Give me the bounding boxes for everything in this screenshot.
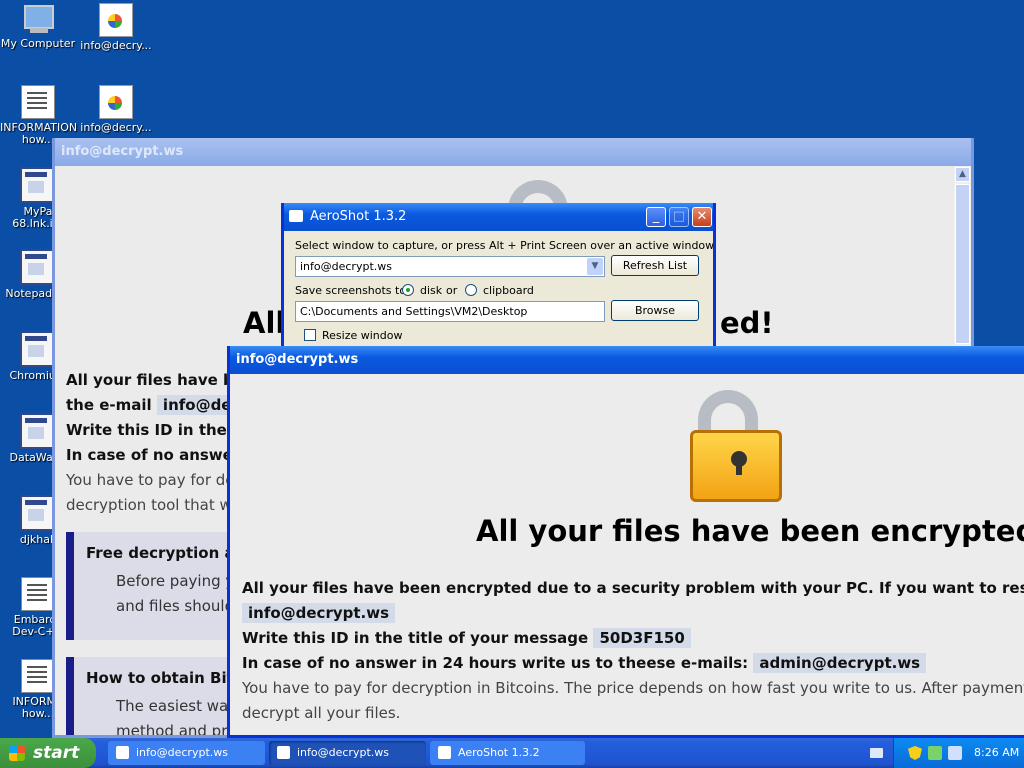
aeroshot-titlebar[interactable]: AeroShot 1.3.2 _ □ ✕ xyxy=(284,203,713,231)
back-line-4: In case of no answer i xyxy=(66,446,251,464)
callout-body: The easiest way xyxy=(116,697,238,715)
back-line-1: All your files have bee xyxy=(66,371,255,389)
desktop-icon-label: info@decry... xyxy=(80,121,152,134)
front-line-3: Write this ID in the title of your messa… xyxy=(242,628,691,648)
back-line-5: You have to pay for dec xyxy=(66,471,243,489)
html-file-icon xyxy=(277,746,290,759)
shortcut-icon xyxy=(20,331,56,367)
back-line-2-prefix: the e-mail xyxy=(66,396,152,414)
refresh-list-button[interactable]: Refresh List xyxy=(611,255,699,276)
primary-email: info@decrypt.ws xyxy=(242,603,396,623)
desktop-icon-html-1[interactable]: info@decry... xyxy=(78,3,154,52)
task-label: info@decrypt.ws xyxy=(297,746,389,759)
aeroshot-content: Select window to capture, or press Alt +… xyxy=(284,231,713,360)
shortcut-icon xyxy=(20,249,56,285)
callout-body: Before paying yo xyxy=(116,572,244,590)
security-shield-icon[interactable] xyxy=(908,746,922,760)
task-label: AeroShot 1.3.2 xyxy=(458,746,540,759)
back-window-titlebar[interactable]: info@decrypt.ws xyxy=(55,138,971,166)
back-headline: All xyxy=(243,306,286,340)
window-select-dropdown[interactable]: info@decrypt.ws ▼ xyxy=(295,256,605,277)
disk-radio[interactable] xyxy=(402,284,414,296)
front-window-titlebar[interactable]: info@decrypt.ws xyxy=(230,346,1024,374)
my-computer-icon xyxy=(22,3,54,35)
taskbar: start info@decrypt.ws info@decrypt.ws Ae… xyxy=(0,738,1024,768)
taskbar-item-aeroshot[interactable]: AeroShot 1.3.2 xyxy=(430,741,585,765)
window-title: info@decrypt.ws xyxy=(61,144,184,159)
backup-email: admin@decrypt.ws xyxy=(753,653,927,673)
html-file-icon xyxy=(99,3,133,37)
desktop-icon-html-2[interactable]: info@decry... xyxy=(78,85,154,134)
back-headline-tail: ed! xyxy=(720,306,774,340)
desktop-icon-my-computer[interactable]: My Computer xyxy=(0,3,76,50)
id-prefix: Write this ID in the title of your messa… xyxy=(242,629,589,647)
shortcut-icon xyxy=(20,495,56,531)
window-title: AeroShot 1.3.2 xyxy=(310,209,407,224)
save-path-field[interactable]: C:\Documents and Settings\VM2\Desktop xyxy=(295,301,605,322)
desktop-icon-label: djkhali xyxy=(19,533,57,546)
front-line-6: decrypt all your files. xyxy=(242,704,401,722)
clipboard-label: clipboard xyxy=(483,284,534,297)
minimize-button[interactable]: _ xyxy=(646,207,666,227)
document-icon xyxy=(21,85,55,119)
windows-logo-icon xyxy=(9,745,25,761)
camera-icon xyxy=(438,746,451,759)
clock[interactable]: 8:26 AM xyxy=(974,738,1019,768)
system-tray: 8:26 AM xyxy=(893,738,1024,768)
front-headline: All your files have been encrypted! xyxy=(476,514,1024,548)
start-label: start xyxy=(33,743,80,763)
disk-label: disk xyxy=(420,284,443,297)
front-window-content: All your files have been encrypted! All … xyxy=(230,374,1024,735)
document-icon xyxy=(21,659,55,693)
shortcut-icon xyxy=(20,413,56,449)
html-file-icon xyxy=(116,746,129,759)
back-line-2: the e-mail info@decr xyxy=(66,395,254,415)
back-line-3: Write this ID in the tit xyxy=(66,421,252,439)
scroll-up-arrow-icon[interactable]: ▲ xyxy=(955,167,970,182)
front-ransom-window: info@decrypt.ws All your files have been… xyxy=(227,346,1024,738)
taskbar-item-info-1[interactable]: info@decrypt.ws xyxy=(108,741,265,765)
volume-icon[interactable] xyxy=(948,746,962,760)
desktop-icon-label: info@decry... xyxy=(80,39,152,52)
front-line-2: info@decrypt.ws xyxy=(242,603,396,623)
save-to-label: Save screenshots to xyxy=(295,284,407,297)
save-path-value: C:\Documents and Settings\VM2\Desktop xyxy=(300,305,528,318)
browse-button[interactable]: Browse xyxy=(611,300,699,321)
taskbar-item-info-2[interactable]: info@decrypt.ws xyxy=(269,741,426,765)
keyboard-icon[interactable] xyxy=(870,748,883,758)
maximize-button[interactable]: □ xyxy=(669,207,689,227)
resize-window-checkbox[interactable] xyxy=(304,329,316,341)
clipboard-radio[interactable] xyxy=(465,284,477,296)
resize-window-label: Resize window xyxy=(322,329,403,342)
desktop-icon-label: My Computer xyxy=(0,37,76,50)
victim-id: 50D3F150 xyxy=(593,628,691,648)
front-line-5: You have to pay for decryption in Bitcoi… xyxy=(242,679,1024,697)
start-button[interactable]: start xyxy=(0,738,96,768)
selected-window-value: info@decrypt.ws xyxy=(300,260,392,273)
camera-icon xyxy=(289,210,303,222)
close-button[interactable]: ✕ xyxy=(692,207,712,227)
backup-prefix: In case of no answer in 24 hours write u… xyxy=(242,654,749,672)
scroll-thumb[interactable] xyxy=(955,184,970,344)
task-label: info@decrypt.ws xyxy=(136,746,228,759)
front-line-4: In case of no answer in 24 hours write u… xyxy=(242,653,927,673)
html-file-icon xyxy=(99,85,133,119)
shortcut-icon xyxy=(20,167,56,203)
select-window-label: Select window to capture, or press Alt +… xyxy=(295,239,713,252)
callout-title: Free decryption as xyxy=(86,544,244,562)
document-icon xyxy=(21,577,55,611)
or-label: or xyxy=(446,284,458,297)
desktop-icon-information[interactable]: INFORMATION how... xyxy=(0,85,77,146)
chevron-down-icon[interactable]: ▼ xyxy=(587,258,603,275)
network-icon[interactable] xyxy=(928,746,942,760)
window-title: info@decrypt.ws xyxy=(236,352,359,367)
front-line-1: All your files have been encrypted due t… xyxy=(242,579,1024,597)
aeroshot-window: AeroShot 1.3.2 _ □ ✕ Select window to ca… xyxy=(281,203,716,363)
